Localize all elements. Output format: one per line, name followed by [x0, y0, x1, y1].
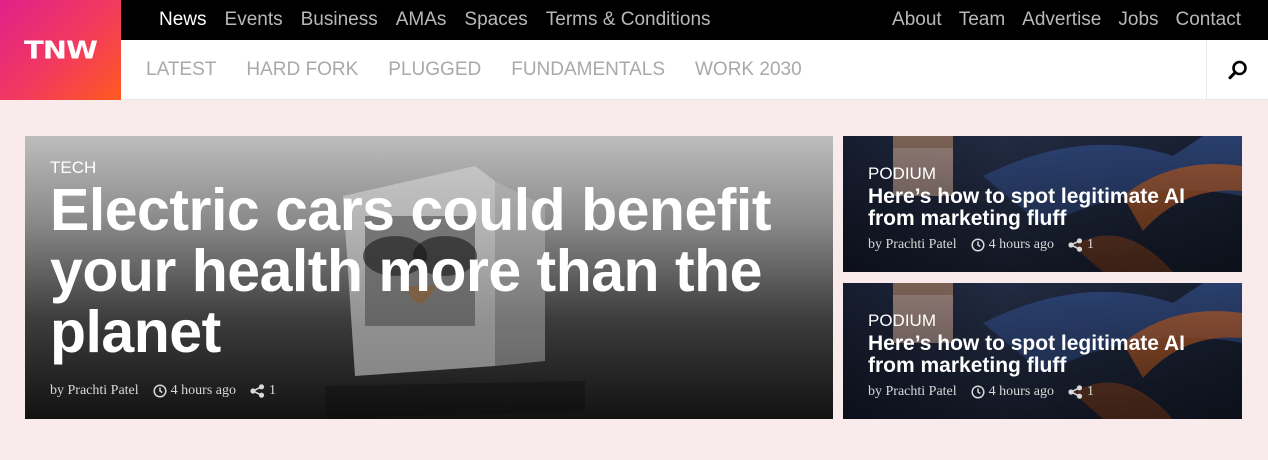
article-time: 4 hours ago	[170, 383, 236, 398]
nav-terms[interactable]: Terms & Conditions	[546, 9, 711, 31]
nav-team[interactable]: Team	[959, 9, 1005, 31]
side-article-card[interactable]: PODIUM Here’s how to spot legitimate AI …	[843, 136, 1242, 272]
tab-work-2030[interactable]: WORK 2030	[695, 59, 802, 81]
side-article-card[interactable]: PODIUM Here’s how to spot legitimate AI …	[843, 283, 1242, 419]
article-category[interactable]: PODIUM	[868, 164, 936, 184]
nav-advertise[interactable]: Advertise	[1022, 9, 1101, 31]
article-category[interactable]: TECH	[50, 158, 96, 178]
article-meta: by Prachti Patel 4 hours ago 1	[868, 237, 1094, 253]
top-nav-left: News Events Business AMAs Spaces Terms &…	[121, 9, 729, 31]
article-category[interactable]: PODIUM	[868, 311, 936, 331]
article-author[interactable]: by Prachti Patel	[868, 384, 957, 400]
nav-spaces[interactable]: Spaces	[464, 9, 527, 31]
article-author[interactable]: by Prachti Patel	[50, 383, 139, 399]
search-icon	[1228, 60, 1247, 79]
article-time: 4 hours ago	[988, 237, 1054, 252]
share-count: 1	[1086, 237, 1094, 252]
featured-article[interactable]: TECH Electric cars could benefit your he…	[25, 136, 833, 419]
article-title[interactable]: Here’s how to spot legitimate AI from ma…	[868, 333, 1228, 377]
clock-icon	[971, 238, 985, 252]
search-button[interactable]	[1206, 39, 1268, 100]
share-icon[interactable]	[1068, 238, 1083, 252]
nav-contact[interactable]: Contact	[1176, 9, 1241, 31]
tab-hard-fork[interactable]: HARD FORK	[246, 59, 358, 81]
clock-icon	[971, 385, 985, 399]
tab-plugged[interactable]: PLUGGED	[388, 59, 481, 81]
logo-text: TNW	[23, 35, 98, 65]
article-title[interactable]: Electric cars could benefit your health …	[50, 180, 820, 363]
article-time: 4 hours ago	[988, 384, 1054, 399]
share-icon[interactable]	[250, 384, 265, 398]
article-author[interactable]: by Prachti Patel	[868, 237, 957, 253]
article-meta: by Prachti Patel 4 hours ago 1	[50, 383, 276, 399]
top-nav-right: About Team Advertise Jobs Contact	[875, 9, 1268, 31]
section-navigation: LATEST HARD FORK PLUGGED FUNDAMENTALS WO…	[121, 39, 1268, 100]
article-meta: by Prachti Patel 4 hours ago 1	[868, 384, 1094, 400]
article-title[interactable]: Here’s how to spot legitimate AI from ma…	[868, 186, 1228, 230]
tab-fundamentals[interactable]: FUNDAMENTALS	[511, 59, 665, 81]
share-count: 1	[1086, 384, 1094, 399]
nav-amas[interactable]: AMAs	[396, 9, 447, 31]
share-icon[interactable]	[1068, 385, 1083, 399]
top-navigation: News Events Business AMAs Spaces Terms &…	[121, 0, 1268, 40]
nav-events[interactable]: Events	[225, 9, 283, 31]
tab-latest[interactable]: LATEST	[146, 59, 216, 81]
nav-news[interactable]: News	[159, 9, 207, 31]
nav-jobs[interactable]: Jobs	[1118, 9, 1158, 31]
section-nav-items: LATEST HARD FORK PLUGGED FUNDAMENTALS WO…	[121, 59, 1206, 81]
clock-icon	[153, 384, 167, 398]
nav-about[interactable]: About	[892, 9, 942, 31]
tnw-logo[interactable]: TNW	[0, 0, 121, 100]
nav-business[interactable]: Business	[301, 9, 378, 31]
share-count: 1	[268, 383, 276, 398]
